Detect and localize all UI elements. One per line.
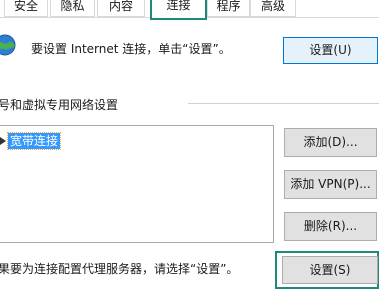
tab-programs[interactable]: 程序 bbox=[207, 0, 250, 17]
add-connection-button[interactable]: 添加(D)... bbox=[284, 128, 377, 157]
tab-connections-label: 连接 bbox=[166, 0, 191, 12]
delete-connection-button[interactable]: 删除(R)... bbox=[284, 212, 377, 241]
connection-arrow-icon bbox=[0, 137, 6, 145]
tab-content[interactable]: 内容 bbox=[97, 0, 145, 17]
list-item-label: 宽带连接 bbox=[6, 132, 62, 150]
vpn-group-divider bbox=[188, 103, 379, 104]
tab-advanced-label: 高级 bbox=[260, 0, 285, 13]
internet-setup-description: 要设置 Internet 连接，单击“设置”。 bbox=[31, 42, 231, 56]
proxy-description: 果要为连接配置代理服务器，请选择“设置”。 bbox=[0, 262, 239, 276]
tab-privacy[interactable]: 隐私 bbox=[50, 0, 95, 17]
add-vpn-button[interactable]: 添加 VPN(P)... bbox=[284, 170, 377, 199]
tab-strip: 安全 隐私 内容 连接 程序 高级 bbox=[0, 0, 379, 20]
tab-connections[interactable]: 连接 bbox=[150, 0, 207, 20]
vpn-group-label: 号和虚拟专用网络设置 bbox=[0, 98, 119, 112]
connections-list[interactable]: 宽带连接 bbox=[0, 125, 274, 243]
tab-privacy-label: 隐私 bbox=[60, 0, 85, 13]
tab-content-label: 内容 bbox=[108, 0, 133, 13]
tab-programs-label: 程序 bbox=[216, 0, 241, 13]
internet-options-connections-page: 安全 隐私 内容 连接 程序 高级 要设置 Internet 连接，单击“设置”… bbox=[0, 0, 379, 291]
tab-security[interactable]: 安全 bbox=[4, 0, 48, 17]
setup-button[interactable]: 设置(U) bbox=[283, 37, 378, 64]
tab-security-label: 安全 bbox=[13, 0, 38, 13]
proxy-settings-button[interactable]: 设置(S) bbox=[282, 256, 378, 284]
tab-advanced[interactable]: 高级 bbox=[250, 0, 296, 17]
globe-icon bbox=[0, 34, 16, 56]
